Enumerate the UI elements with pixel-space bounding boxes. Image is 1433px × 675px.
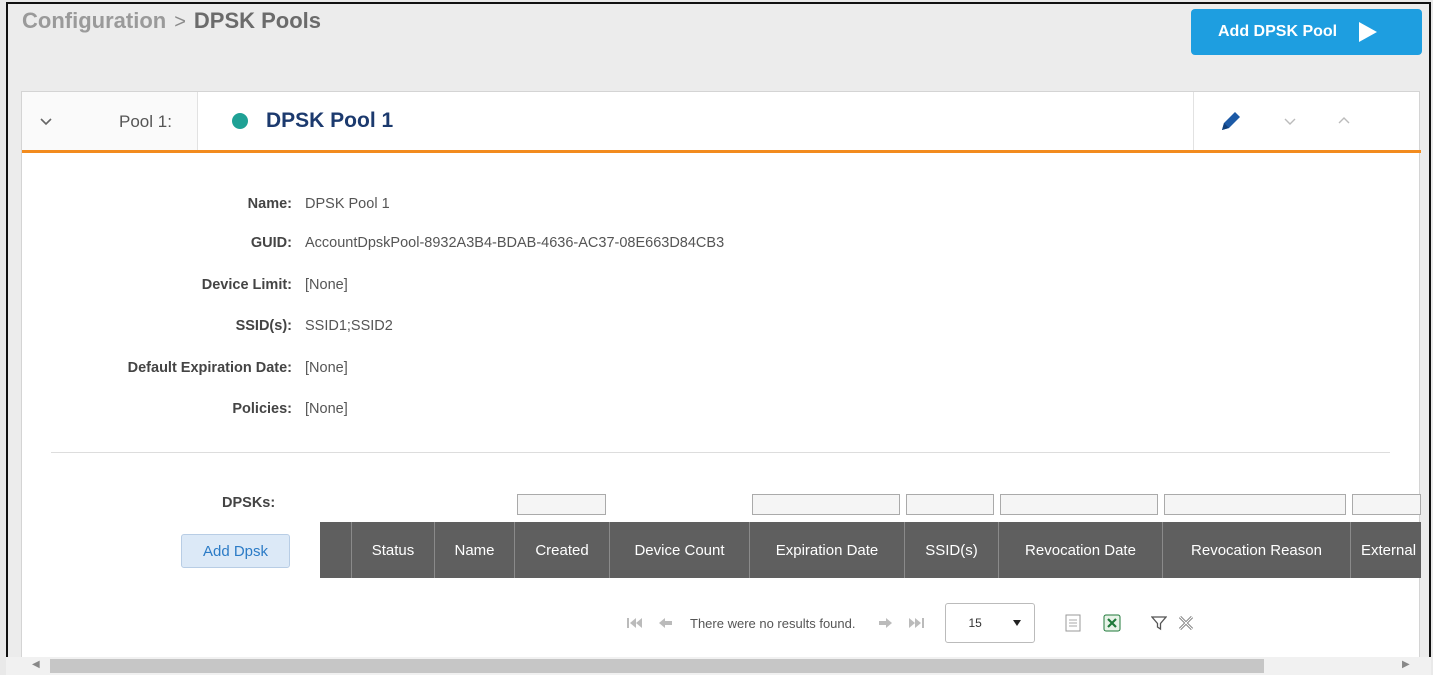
filter-icon[interactable]	[1151, 615, 1168, 631]
column-expiration-date[interactable]: Expiration Date	[750, 522, 905, 578]
move-down-icon[interactable]	[1282, 113, 1298, 129]
detail-label: Name:	[247, 196, 292, 212]
detail-value: [None]	[305, 401, 348, 417]
detail-value: SSID1;SSID2	[305, 318, 393, 334]
filter-revocation-date[interactable]	[1000, 494, 1158, 515]
detail-label: GUID:	[250, 235, 292, 251]
scroll-right-icon[interactable]: ▶	[1402, 659, 1410, 670]
detail-value: DPSK Pool 1	[305, 196, 390, 212]
first-page-icon[interactable]	[626, 616, 644, 630]
scrollbar-thumb[interactable]	[50, 659, 1264, 673]
pool-header-actions	[1193, 92, 1421, 150]
filter-revocation-reason[interactable]	[1164, 494, 1346, 515]
chevron-down-icon	[40, 118, 52, 126]
column-revocation-date[interactable]: Revocation Date	[999, 522, 1163, 578]
breadcrumb-configuration[interactable]: Configuration	[22, 8, 166, 33]
horizontal-scrollbar[interactable]: ◀ ▶	[6, 657, 1431, 675]
page-title: DPSK Pools	[193, 8, 322, 33]
detail-label: SSID(s):	[235, 318, 292, 334]
detail-value: [None]	[305, 360, 348, 376]
grid-select-column[interactable]	[320, 522, 352, 578]
filter-ssids[interactable]	[906, 494, 994, 515]
add-dpsk-button[interactable]: Add Dpsk	[181, 534, 290, 568]
last-page-icon[interactable]	[907, 616, 925, 630]
detail-row-name: Name: DPSK Pool 1	[22, 196, 390, 216]
column-external[interactable]: External	[1351, 522, 1421, 578]
clear-filter-icon[interactable]	[1177, 614, 1195, 632]
column-revocation-reason[interactable]: Revocation Reason	[1163, 522, 1351, 578]
detail-row-device-limit: Device Limit: [None]	[22, 277, 348, 297]
dpsk-grid-header: Status Name Created Device Count Expirat…	[320, 522, 1421, 578]
detail-row-policies: Policies: [None]	[22, 401, 347, 421]
detail-row-guid: GUID: AccountDpskPool-8932A3B4-BDAB-4636…	[22, 235, 724, 255]
detail-value: [None]	[305, 277, 348, 293]
filter-created[interactable]	[517, 494, 606, 515]
prev-page-icon[interactable]	[656, 616, 674, 630]
breadcrumb-separator: >	[174, 11, 186, 33]
pool-header: Pool 1: DPSK Pool 1	[22, 92, 1421, 153]
detail-value: AccountDpskPool-8932A3B4-BDAB-4636-AC37-…	[305, 235, 725, 251]
column-ssids[interactable]: SSID(s)	[905, 522, 999, 578]
move-up-icon[interactable]	[1336, 113, 1352, 129]
column-status[interactable]: Status	[352, 522, 435, 578]
page-size-select[interactable]: 15	[945, 603, 1036, 643]
scroll-left-icon[interactable]: ◀	[32, 659, 40, 670]
filter-expiration-date[interactable]	[752, 494, 900, 515]
next-page-icon[interactable]	[877, 616, 895, 630]
add-dpsk-pool-label: Add DPSK Pool	[1218, 23, 1338, 40]
detail-label: Default Expiration Date:	[127, 360, 292, 376]
column-device-count[interactable]: Device Count	[610, 522, 750, 578]
add-dpsk-pool-button[interactable]: Add DPSK Pool	[1191, 9, 1422, 55]
detail-row-expiration: Default Expiration Date: [None]	[22, 360, 348, 380]
edit-icon[interactable]	[1218, 108, 1244, 134]
status-dot-icon	[232, 113, 248, 129]
empty-results-message: There were no results found.	[690, 615, 856, 631]
dpsk-pool-card: Pool 1: DPSK Pool 1 Name: DPSK Pool 1 GU…	[21, 91, 1421, 671]
detail-label: Policies:	[232, 401, 292, 417]
excel-icon[interactable]	[1103, 614, 1121, 632]
dpsks-label: DPSKs:	[222, 495, 276, 511]
pool-collapse-toggle[interactable]: Pool 1:	[22, 92, 198, 150]
breadcrumb: Configuration > DPSK Pools	[22, 8, 321, 34]
pool-number-label: Pool 1:	[119, 112, 172, 131]
detail-row-ssids: SSID(s): SSID1;SSID2	[22, 318, 393, 338]
play-arrow-icon	[1359, 22, 1378, 42]
filter-external[interactable]	[1352, 494, 1421, 515]
detail-label: Device Limit:	[201, 277, 292, 293]
pool-title: DPSK Pool 1	[266, 109, 394, 132]
pool-title-area: DPSK Pool 1	[198, 92, 1193, 150]
dropdown-arrow-icon	[1013, 620, 1022, 626]
export-icon[interactable]	[1065, 614, 1081, 632]
section-divider	[51, 452, 1390, 453]
column-name[interactable]: Name	[435, 522, 515, 578]
grid-pager: There were no results found. 15	[620, 602, 1195, 644]
page-size-value: 15	[968, 616, 982, 630]
column-created[interactable]: Created	[515, 522, 610, 578]
